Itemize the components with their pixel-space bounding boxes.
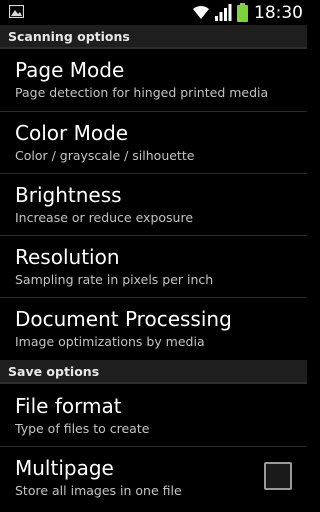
section-header-label: Save options — [8, 364, 100, 379]
pref-item-color-mode[interactable]: Color Mode Color / grayscale / silhouett… — [0, 112, 307, 174]
multipage-checkbox[interactable] — [264, 462, 292, 490]
pref-item-multipage[interactable]: Multipage Store all images in one file — [0, 447, 307, 509]
section-header-save: Save options — [0, 360, 307, 384]
wifi-icon — [193, 5, 209, 19]
pref-title: Brightness — [15, 183, 122, 207]
pref-title: Color Mode — [15, 121, 129, 145]
pref-summary: Page detection for hinged printed media — [15, 85, 269, 100]
pref-item-page-mode[interactable]: Page Mode Page detection for hinged prin… — [0, 49, 307, 111]
status-bar: 18:30 — [0, 0, 307, 25]
section-header-label: Scanning options — [8, 29, 130, 44]
pref-title: Multipage — [15, 456, 114, 480]
pref-title: Resolution — [15, 245, 120, 269]
pref-title: Page Mode — [15, 58, 125, 82]
pref-item-resolution[interactable]: Resolution Sampling rate in pixels per i… — [0, 236, 307, 298]
pref-item-file-format[interactable]: File format Type of files to create — [0, 385, 307, 447]
signal-icon — [215, 4, 232, 21]
status-clock: 18:30 — [254, 3, 303, 23]
battery-icon — [237, 3, 248, 22]
pref-summary: Sampling rate in pixels per inch — [15, 272, 214, 287]
section-header-scanning: Scanning options — [0, 25, 307, 49]
pref-summary: Image optimizations by media — [15, 334, 205, 349]
pref-item-brightness[interactable]: Brightness Increase or reduce exposure — [0, 174, 307, 236]
pref-title: Document Processing — [15, 307, 232, 331]
pref-summary: Color / grayscale / silhouette — [15, 148, 195, 163]
pref-summary: Store all images in one file — [15, 483, 182, 498]
pref-summary: Increase or reduce exposure — [15, 210, 194, 225]
pref-title: File format — [15, 394, 122, 418]
image-icon — [9, 5, 24, 18]
pref-item-document-processing[interactable]: Document Processing Image optimizations … — [0, 298, 307, 360]
pref-summary: Type of files to create — [15, 421, 150, 436]
